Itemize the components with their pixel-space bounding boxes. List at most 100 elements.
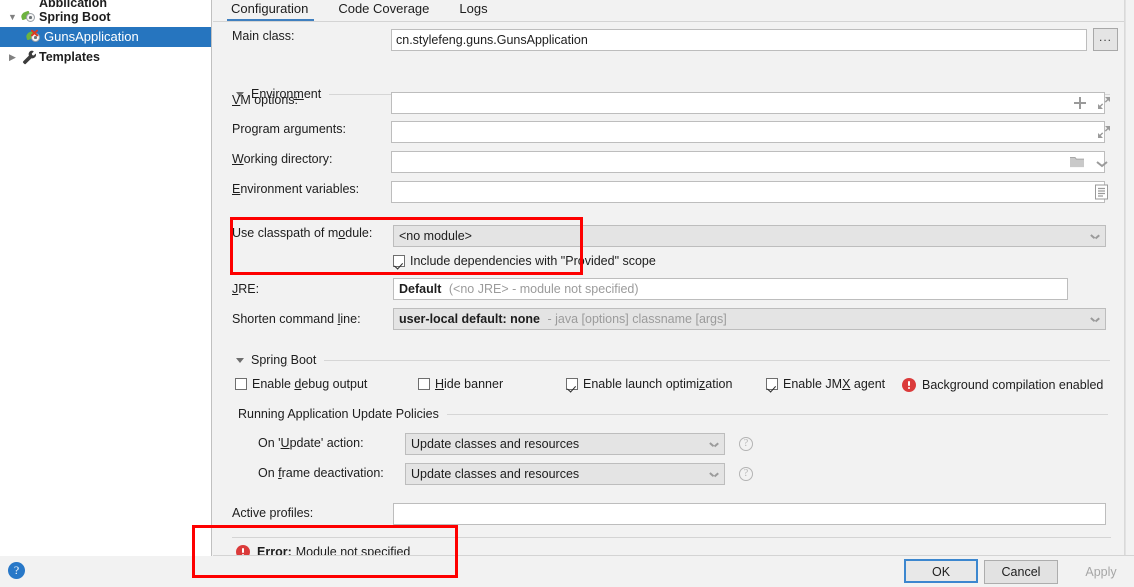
main-class-input[interactable]: cn.stylefeng.guns.GunsApplication	[391, 29, 1087, 51]
scrollbar-thumb[interactable]	[1126, 0, 1133, 360]
include-provided-scope-checkbox[interactable]: Include dependencies with "Provided" sco…	[393, 254, 656, 268]
tree-item-label: Spring Boot	[39, 10, 111, 24]
on-frame-deactivation-value: Update classes and resources	[411, 467, 580, 481]
environment-variables-input[interactable]	[391, 181, 1105, 203]
tab-code-coverage[interactable]: Code Coverage	[336, 1, 443, 19]
vm-options-expand-icon[interactable]	[1097, 96, 1111, 110]
spring-boot-section-label: Spring Boot	[251, 353, 317, 367]
vm-options-label: VM options:	[232, 93, 299, 107]
enable-debug-output-label: Enable debug output	[252, 377, 368, 391]
module-select[interactable]: <no module>	[393, 225, 1106, 247]
enable-jmx-agent-label: Enable JMX agent	[783, 377, 886, 391]
tab-configuration[interactable]: Configuration	[226, 1, 322, 22]
help-icon[interactable]: ?	[8, 562, 25, 579]
cancel-button[interactable]: Cancel	[984, 560, 1058, 584]
jre-row: JRE:	[232, 282, 259, 296]
checkbox-box	[418, 378, 430, 390]
background-compilation-label: Background compilation enabled	[922, 378, 1104, 392]
chevron-right-icon[interactable]: ▶	[4, 47, 21, 67]
active-profiles-label: Active profiles:	[232, 506, 314, 520]
chevron-down-icon[interactable]: ▼	[4, 7, 21, 27]
shorten-command-line-hint: - java [options] classname [args]	[547, 312, 727, 326]
on-update-action-select[interactable]: Update classes and resources	[405, 433, 725, 455]
tree-item-label: Application	[39, 0, 108, 7]
program-arguments-input[interactable]	[391, 121, 1105, 143]
section-divider	[446, 413, 1108, 415]
tree-item-label: Templates	[39, 50, 100, 64]
run-configurations-tree[interactable]: ▼ Application ▼ Spring Boot GunsApplicat…	[0, 0, 212, 556]
working-directory-row: Working directory:	[232, 152, 333, 166]
vertical-scrollbar[interactable]	[1125, 0, 1134, 556]
tree-item-gunsapplication[interactable]: GunsApplication	[0, 27, 211, 47]
vm-options-add-icon[interactable]	[1073, 96, 1087, 110]
shorten-command-line-label: Shorten command line:	[232, 312, 361, 326]
on-frame-deactivation-help-icon[interactable]: ?	[739, 467, 753, 481]
on-update-action-value: Update classes and resources	[411, 437, 580, 451]
configuration-tabs[interactable]: Configuration Code Coverage Logs	[213, 0, 1134, 22]
on-frame-deactivation-select[interactable]: Update classes and resources	[405, 463, 725, 485]
tree-item-spring-boot[interactable]: ▼ Spring Boot	[0, 7, 211, 27]
module-select-value: <no module>	[399, 229, 472, 243]
active-profiles-row: Active profiles:	[232, 506, 313, 520]
chevron-down-icon	[710, 472, 718, 477]
checkbox-box	[566, 378, 578, 390]
on-frame-deactivation-row: On frame deactivation:	[258, 466, 384, 480]
environment-variables-list-icon[interactable]	[1094, 184, 1109, 200]
use-classpath-of-module-label: Use classpath of module:	[232, 226, 373, 240]
triangle-down-icon[interactable]	[236, 357, 244, 363]
spring-boot-error-icon	[25, 29, 44, 45]
apply-button: Apply	[1064, 560, 1134, 584]
spring-boot-section-header[interactable]: Spring Boot	[236, 353, 1110, 367]
include-provided-scope-label: Include dependencies with "Provided" sco…	[410, 254, 656, 268]
error-divider	[232, 537, 1111, 538]
tree-item-templates[interactable]: ▶ Templates	[0, 47, 211, 67]
jre-value: Default	[399, 282, 442, 296]
main-class-browse-button[interactable]: ...	[1093, 28, 1118, 51]
working-directory-input[interactable]	[391, 151, 1105, 173]
on-frame-deactivation-label: On frame deactivation:	[258, 466, 384, 480]
tree-item-label: GunsApplication	[44, 29, 139, 44]
chevron-down-icon	[710, 442, 718, 447]
program-arguments-label: Program arguments:	[232, 122, 346, 136]
active-profiles-input[interactable]	[393, 503, 1106, 525]
jre-label: JRE:	[232, 282, 260, 296]
shorten-command-line-select[interactable]: user-local default: none - java [options…	[393, 308, 1106, 330]
program-arguments-row: Program arguments:	[232, 122, 346, 136]
enable-launch-optimization-label: Enable launch optimization	[583, 377, 733, 391]
dialog-bottom-bar: ? OK Cancel Apply	[0, 556, 1134, 587]
background-compilation-status: Background compilation enabled	[902, 378, 1103, 392]
environment-variables-row: Environment variables:	[232, 182, 359, 196]
checkbox-box	[393, 255, 405, 267]
vm-options-input[interactable]	[391, 92, 1105, 114]
on-update-action-label: On 'Update' action:	[258, 436, 364, 450]
ok-button[interactable]: OK	[904, 559, 978, 583]
wrench-icon	[21, 49, 39, 65]
tab-logs[interactable]: Logs	[457, 1, 501, 19]
hide-banner-label: Hide banner	[435, 377, 504, 391]
on-update-action-help-icon[interactable]: ?	[739, 437, 753, 451]
main-class-label: Main class:	[232, 29, 295, 43]
update-policies-section-header: Running Application Update Policies	[238, 407, 1108, 421]
enable-launch-optimization-checkbox[interactable]: Enable launch optimization	[566, 377, 732, 391]
chevron-down-icon	[1091, 317, 1099, 322]
working-directory-label: Working directory:	[232, 152, 333, 166]
shorten-command-line-value: user-local default: none	[399, 312, 540, 326]
jre-select[interactable]: Default (<no JRE> - module not specified…	[393, 278, 1068, 300]
app-icon	[21, 0, 39, 7]
enable-debug-output-checkbox[interactable]: Enable debug output	[235, 377, 367, 391]
working-directory-folder-icon[interactable]	[1069, 155, 1085, 169]
enable-jmx-agent-checkbox[interactable]: Enable JMX agent	[766, 377, 885, 391]
checkbox-box	[766, 378, 778, 390]
environment-variables-label: Environment variables:	[232, 182, 360, 196]
shorten-command-line-row: Shorten command line:	[232, 312, 361, 326]
main-class-row: Main class:	[232, 29, 295, 43]
use-classpath-of-module-row: Use classpath of module:	[232, 226, 372, 240]
section-divider	[324, 359, 1110, 361]
jre-value-hint: (<no JRE> - module not specified)	[448, 282, 639, 296]
working-directory-chevron-icon[interactable]	[1095, 158, 1109, 168]
error-icon	[902, 378, 916, 392]
program-arguments-expand-icon[interactable]	[1097, 125, 1111, 139]
tree-item-application[interactable]: ▼ Application	[0, 0, 211, 7]
vm-options-row: VM options:	[232, 93, 298, 107]
hide-banner-checkbox[interactable]: Hide banner	[418, 377, 503, 391]
